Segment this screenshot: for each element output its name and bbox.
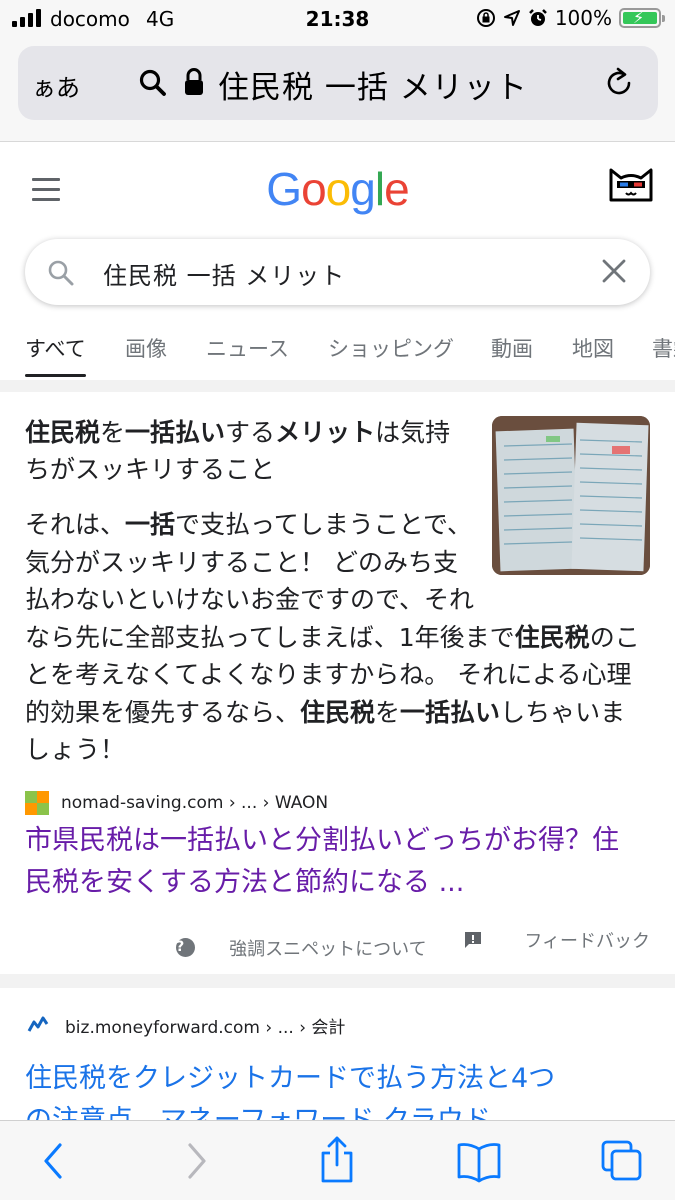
google-header: Google 住民税 一括 メリット すべて 画像 ニュース ショッピング 動画… bbox=[0, 142, 675, 380]
source-breadcrumb: biz.moneyforward.com › ... › 会計 bbox=[65, 1017, 346, 1038]
location-icon bbox=[503, 10, 520, 26]
clear-icon[interactable] bbox=[600, 257, 628, 285]
safari-top-bar: ぁあ 住民税 一括 メリット bbox=[0, 38, 675, 142]
url-query-text[interactable]: 住民税 一括 メリット bbox=[218, 62, 528, 107]
reload-icon[interactable] bbox=[604, 66, 636, 100]
about-snippets-link[interactable]: ? 強調スニペットについて bbox=[146, 935, 427, 961]
highlighted-term: 住民税 bbox=[514, 622, 590, 652]
snippet-source[interactable]: nomad-saving.com › ... › WAON bbox=[25, 790, 328, 816]
safari-toolbar bbox=[0, 1120, 675, 1200]
about-snippets-label: 強調スニペットについて bbox=[229, 938, 427, 960]
moneyforward-favicon-icon bbox=[26, 1013, 50, 1037]
result-source[interactable]: biz.moneyforward.com › ... › 会計 bbox=[25, 1012, 345, 1038]
site-favicon-icon bbox=[25, 791, 49, 815]
snippet-segment: を bbox=[100, 418, 126, 447]
tab-maps[interactable]: 地図 bbox=[572, 333, 614, 363]
search-tabs: すべて 画像 ニュース ショッピング 動画 地図 書籍 bbox=[0, 327, 675, 380]
highlighted-term: 住民税 bbox=[25, 418, 101, 447]
featured-snippet: 住民税を一括払いするメリットは気持ちがスッキリすること それは、一括で支払ってし… bbox=[0, 392, 675, 974]
source-breadcrumb: nomad-saving.com › ... › WAON bbox=[61, 793, 329, 813]
feedback-icon bbox=[465, 932, 482, 948]
highlighted-term: メリット bbox=[275, 418, 376, 447]
google-logo-letter: o bbox=[325, 163, 352, 215]
tab-shopping[interactable]: ショッピング bbox=[328, 333, 454, 363]
tab-images[interactable]: 画像 bbox=[125, 333, 167, 363]
address-bar[interactable]: ぁあ 住民税 一括 メリット bbox=[18, 46, 658, 120]
snippet-footer: ? 強調スニペットについて フィードバック bbox=[0, 927, 650, 961]
result-title-link[interactable]: 市県民税は一括払いと分割払いどっちがお得？住民税を安くする方法と節約になる ..… bbox=[25, 820, 635, 904]
search-result: biz.moneyforward.com › ... › 会計 住民税をクレジッ… bbox=[0, 988, 675, 1136]
tab-books[interactable]: 書籍 bbox=[652, 333, 675, 363]
highlighted-term: 一括払い bbox=[125, 418, 226, 447]
snippet-segment: を bbox=[375, 697, 401, 727]
feedback-label: フィードバック bbox=[524, 931, 650, 952]
battery-icon: ⚡ bbox=[619, 8, 665, 28]
search-box[interactable]: 住民税 一括 メリット bbox=[25, 239, 650, 305]
tab-videos[interactable]: 動画 bbox=[491, 333, 533, 363]
snippet-text: それは、一括で支払ってしまうことで、気分がスッキリすること！ どのみち支払わない… bbox=[25, 506, 645, 769]
status-bar: docomo 4G 21:38 100% ⚡ bbox=[0, 0, 675, 38]
lock-icon bbox=[185, 68, 203, 95]
avatar[interactable] bbox=[607, 164, 655, 202]
search-icon[interactable] bbox=[47, 259, 75, 287]
reader-view-button[interactable]: ぁあ bbox=[32, 68, 80, 103]
search-icon bbox=[139, 69, 166, 96]
tabs-icon[interactable] bbox=[600, 1139, 644, 1183]
snippet-heading: 住民税を一括払いするメリットは気持ちがスッキリすること bbox=[25, 414, 475, 488]
orientation-lock-icon bbox=[476, 9, 495, 27]
google-logo-letter: G bbox=[266, 163, 302, 215]
google-logo-letter: e bbox=[384, 163, 410, 215]
feedback-link[interactable]: フィードバック bbox=[462, 927, 650, 953]
forward-icon[interactable] bbox=[182, 1139, 212, 1183]
snippet-segment: する bbox=[225, 418, 276, 447]
highlighted-term: 一括 bbox=[125, 510, 176, 539]
highlighted-term: 一括払い bbox=[400, 697, 501, 727]
search-input[interactable]: 住民税 一括 メリット bbox=[103, 256, 345, 291]
tab-news[interactable]: ニュース bbox=[206, 333, 289, 363]
alarm-icon bbox=[528, 9, 547, 26]
help-icon: ? bbox=[176, 938, 196, 957]
google-logo[interactable]: Google bbox=[0, 162, 675, 216]
tab-all[interactable]: すべて bbox=[25, 333, 86, 377]
google-logo-letter: g bbox=[350, 163, 376, 215]
back-icon[interactable] bbox=[38, 1139, 68, 1183]
share-icon[interactable] bbox=[318, 1135, 356, 1185]
snippet-segment: それは、 bbox=[25, 510, 126, 539]
battery-percent: 100% bbox=[554, 6, 612, 30]
google-logo-letter: o bbox=[301, 163, 327, 215]
highlighted-term: 住民税 bbox=[300, 697, 376, 727]
result-title-line: 住民税をクレジットカードで払う方法と4つ bbox=[25, 1063, 556, 1094]
google-logo-letter: l bbox=[374, 163, 385, 215]
bookmarks-icon[interactable] bbox=[456, 1139, 502, 1183]
